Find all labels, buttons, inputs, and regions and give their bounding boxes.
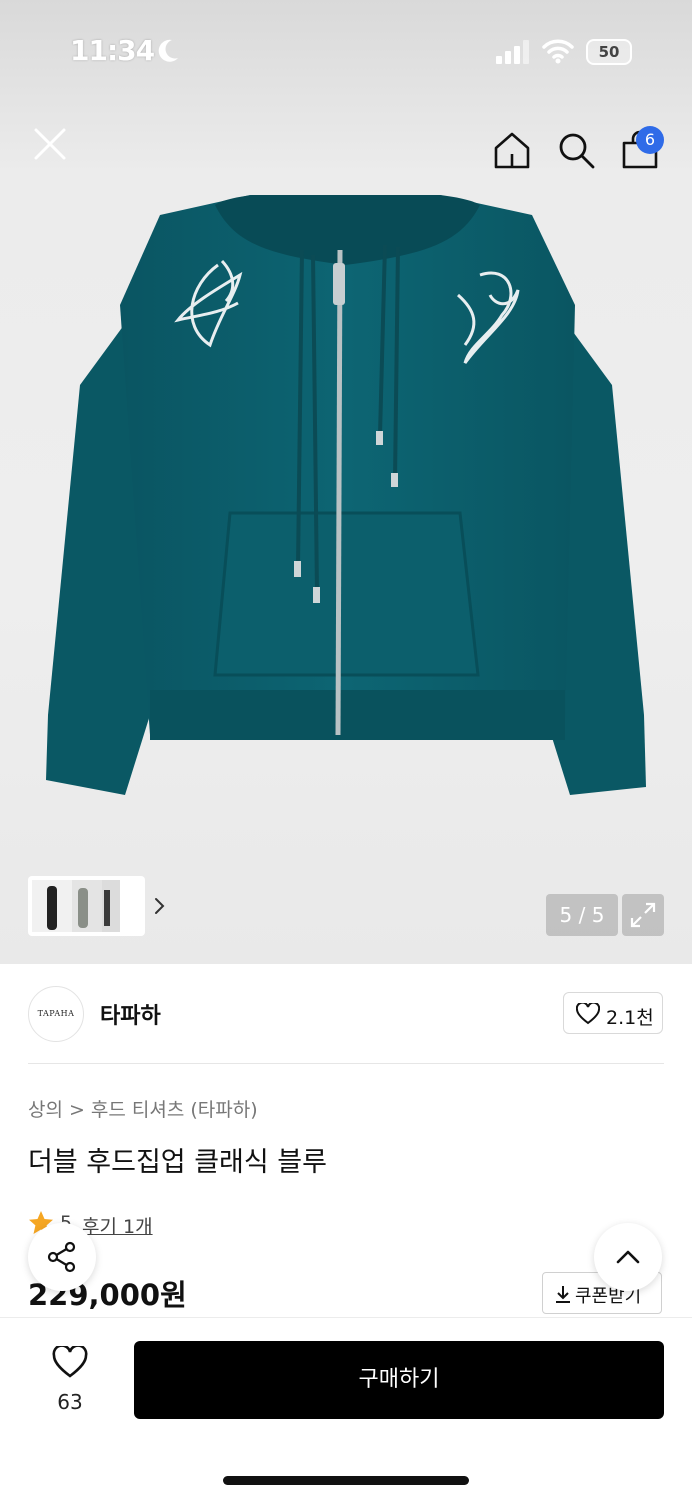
breadcrumb-subcategory[interactable]: 후드 티셔츠 (타파하) bbox=[91, 1099, 258, 1121]
download-icon bbox=[556, 1286, 570, 1303]
chevron-right-icon[interactable] bbox=[150, 894, 170, 918]
product-title: 더블 후드집업 클래식 블루 bbox=[28, 1147, 327, 1178]
brand-logo[interactable]: TAPAHA bbox=[28, 986, 84, 1042]
breadcrumb-separator: > bbox=[68, 1099, 85, 1121]
wifi-icon bbox=[542, 39, 574, 64]
search-icon[interactable] bbox=[556, 130, 596, 170]
home-icon[interactable] bbox=[492, 130, 532, 170]
share-button[interactable] bbox=[28, 1223, 96, 1291]
expand-icon bbox=[630, 902, 656, 928]
wishlist-count: 63 bbox=[57, 1390, 83, 1414]
scroll-to-top-button[interactable] bbox=[594, 1223, 662, 1291]
thumbnail-strip[interactable] bbox=[28, 876, 165, 936]
brand-like-button[interactable]: 2.1천 bbox=[563, 992, 663, 1034]
product-image[interactable] bbox=[40, 195, 652, 805]
breadcrumb: 상의 > 후드 티셔츠 (타파하) bbox=[28, 1095, 258, 1122]
signal-icon bbox=[496, 40, 529, 64]
page-counter: 5 / 5 bbox=[546, 894, 618, 936]
divider bbox=[28, 1063, 664, 1064]
review-link[interactable]: 후기 1개 bbox=[82, 1212, 153, 1239]
home-indicator[interactable] bbox=[223, 1476, 469, 1485]
buy-button[interactable]: 구매하기 bbox=[134, 1341, 664, 1419]
brand-like-count: 2.1천 bbox=[606, 1007, 654, 1029]
thumbnail-images[interactable] bbox=[32, 880, 120, 932]
share-icon bbox=[47, 1241, 76, 1273]
close-icon[interactable] bbox=[30, 124, 70, 164]
brand-name[interactable]: 타파하 bbox=[100, 998, 161, 1030]
status-bar: 11:34 50 bbox=[0, 0, 692, 100]
expand-button[interactable] bbox=[622, 894, 664, 936]
battery-indicator: 50 bbox=[586, 39, 632, 65]
cart-count-badge: 6 bbox=[636, 126, 664, 154]
moon-icon bbox=[158, 39, 178, 62]
bottom-action-bar: 63 구매하기 bbox=[0, 1318, 692, 1500]
heart-icon bbox=[576, 1003, 600, 1025]
breadcrumb-category[interactable]: 상의 bbox=[28, 1099, 63, 1121]
heart-icon bbox=[52, 1346, 88, 1378]
status-time: 11:34 bbox=[70, 34, 155, 67]
wishlist-button[interactable]: 63 bbox=[36, 1342, 104, 1422]
product-gallery[interactable]: 11:34 50 6 5 / 5 bbox=[0, 0, 692, 964]
chevron-up-icon bbox=[616, 1250, 640, 1264]
